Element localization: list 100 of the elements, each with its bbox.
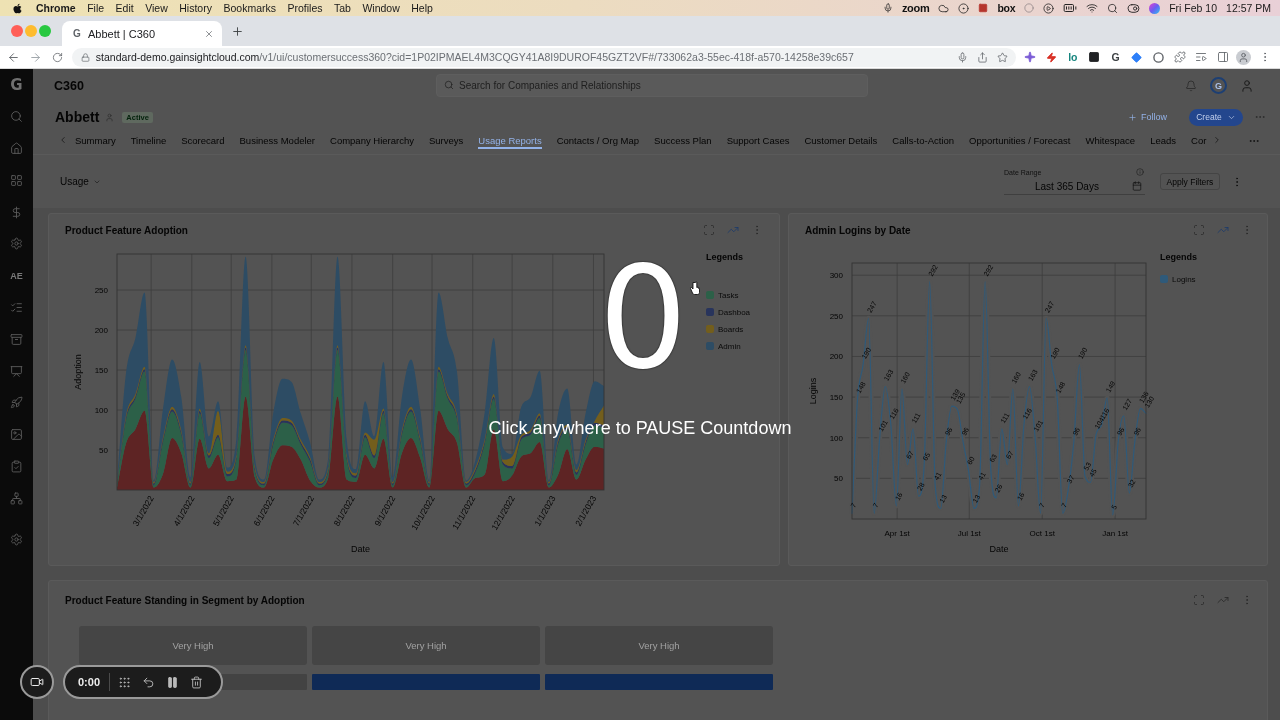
undo-icon[interactable]	[142, 675, 156, 689]
address-bar[interactable]: standard-demo.gainsightcloud.com/v1/ui/customersuccess360?cid=1P02IPMAEL4M3CQGY41A8I9DUROF45GZT2VF#/733062a3-55ec-418f-a570-14258e39c657	[71, 47, 1017, 67]
toggle-icon[interactable]	[1127, 1, 1141, 15]
menu-item[interactable]: View	[145, 2, 168, 14]
menu-item[interactable]: Tab	[334, 2, 351, 14]
microphone-icon[interactable]	[882, 3, 893, 13]
nav-tab[interactable]: Business Modeler	[239, 134, 316, 149]
back-icon[interactable]	[7, 50, 21, 64]
rocket-icon[interactable]	[10, 396, 23, 410]
user-avatar[interactable]: G	[1210, 77, 1227, 94]
nav-tab[interactable]: Company Hierarchy	[330, 134, 414, 149]
nav-tab[interactable]: Usage Reports	[478, 134, 542, 149]
app-logo[interactable]: G	[10, 75, 23, 94]
menu-item[interactable]: File	[87, 2, 105, 14]
status-app-logo[interactable]: zoom	[901, 2, 930, 14]
menu-item[interactable]: Help	[411, 2, 433, 14]
extension-logo[interactable]: G	[1111, 51, 1120, 63]
menu-bar-time[interactable]: 12:57 PM	[1226, 2, 1271, 14]
apple-logo-icon[interactable]	[12, 2, 23, 14]
search-icon[interactable]	[10, 110, 23, 124]
circle-dot-icon[interactable]	[958, 2, 970, 14]
nav-tab[interactable]: Leads	[1150, 134, 1177, 149]
trash-icon[interactable]	[190, 675, 204, 689]
menu-item[interactable]: Chrome	[36, 2, 76, 14]
pause-icon[interactable]	[166, 675, 180, 689]
nav-tab[interactable]: Success Plan	[654, 134, 712, 149]
clipboard-icon[interactable]	[10, 459, 23, 473]
nav-tab[interactable]: Scorecard	[181, 134, 225, 149]
close-icon[interactable]	[204, 28, 214, 39]
nav-tab[interactable]: Cor	[1191, 134, 1207, 149]
microphone-icon[interactable]	[957, 51, 969, 63]
fullscreen-icon[interactable]	[1193, 594, 1205, 606]
user-icon[interactable]	[1240, 78, 1254, 93]
date-range-field[interactable]: Last 365 Days	[1004, 178, 1145, 195]
settings-icon[interactable]	[10, 532, 23, 546]
search-icon[interactable]	[1107, 2, 1119, 14]
trend-arrow-icon[interactable]	[1217, 224, 1229, 236]
extension-logo[interactable]: lo	[1068, 51, 1078, 63]
tick-label: 50	[99, 446, 108, 455]
menu-item[interactable]: Window	[362, 2, 400, 14]
nav-tab[interactable]: Whitespace	[1085, 134, 1136, 149]
archive-icon[interactable]	[10, 332, 23, 346]
checklist-icon[interactable]	[10, 300, 23, 314]
window-close-button[interactable]	[11, 25, 23, 37]
menu-bar-date[interactable]: Fri Feb 10	[1169, 2, 1218, 14]
create-button[interactable]: Create	[1189, 108, 1243, 126]
nav-tab[interactable]: Timeline	[130, 134, 167, 149]
menu-item[interactable]: Profiles	[287, 2, 323, 14]
apply-filters-button[interactable]: Apply Filters	[1160, 173, 1220, 190]
nav-initials[interactable]: AE	[10, 270, 23, 281]
nav-tab[interactable]: Customer Details	[804, 134, 878, 149]
profile-avatar-icon[interactable]	[1236, 49, 1252, 65]
new-tab-icon[interactable]	[231, 24, 244, 38]
orb-icon[interactable]	[1149, 2, 1161, 14]
nav-tab[interactable]: Summary	[75, 134, 116, 149]
nav-tab[interactable]: Support Cases	[726, 134, 790, 149]
view-dropdown[interactable]: Usage	[60, 176, 101, 187]
image-icon[interactable]	[10, 428, 23, 442]
share-icon[interactable]	[977, 51, 989, 63]
side-panel-icon[interactable]	[1216, 51, 1229, 63]
menu-item[interactable]: Bookmarks	[223, 2, 276, 14]
star-icon[interactable]	[997, 51, 1009, 63]
square-icon[interactable]	[1088, 51, 1101, 63]
list-icon[interactable]	[1195, 51, 1208, 63]
sparkle-icon[interactable]	[1024, 51, 1036, 63]
forward-icon[interactable]	[29, 50, 43, 64]
grid-icon[interactable]	[10, 173, 23, 187]
grip-icon[interactable]	[118, 675, 132, 689]
window-zoom-button[interactable]	[39, 25, 51, 37]
nav-tab[interactable]: Calls-to-Action	[892, 134, 955, 149]
chevron-left-icon[interactable]	[58, 135, 68, 145]
wifi-icon[interactable]	[1086, 2, 1099, 14]
status-app-logo[interactable]: box	[997, 2, 1016, 14]
trend-arrow-icon[interactable]	[727, 224, 739, 236]
dollar-icon[interactable]	[10, 205, 23, 219]
trend-arrow-icon[interactable]	[1217, 594, 1229, 606]
fullscreen-icon[interactable]	[1193, 224, 1205, 236]
tick-label: Oct 1st	[1029, 529, 1055, 538]
fullscreen-icon[interactable]	[703, 224, 715, 236]
network-icon[interactable]	[10, 491, 23, 505]
nav-tab[interactable]: Opportunities / Forecast	[969, 134, 1071, 149]
reload-icon[interactable]	[52, 51, 64, 63]
home-icon[interactable]	[10, 142, 23, 155]
diamond-icon[interactable]	[1131, 51, 1143, 63]
nav-tab[interactable]: Surveys	[429, 134, 464, 149]
follow-link[interactable]: Follow	[1128, 112, 1167, 122]
gear-icon[interactable]	[10, 237, 23, 251]
nav-tab[interactable]: Contacts / Org Map	[556, 134, 640, 149]
circle-icon[interactable]	[1152, 51, 1164, 63]
tick-label: 300	[829, 271, 843, 281]
play-icon[interactable]	[1043, 2, 1055, 14]
puzzle-icon[interactable]	[1173, 51, 1186, 63]
browser-tab[interactable]: G Abbett | C360	[62, 21, 222, 46]
cloud-icon[interactable]	[938, 2, 950, 14]
menu-item[interactable]: History	[179, 2, 212, 14]
menu-item[interactable]: Edit	[115, 2, 134, 14]
lightning-icon[interactable]	[1045, 51, 1057, 63]
bell-icon[interactable]	[1185, 79, 1197, 92]
battery-icon[interactable]	[1063, 1, 1078, 15]
presentation-icon[interactable]	[10, 364, 23, 378]
